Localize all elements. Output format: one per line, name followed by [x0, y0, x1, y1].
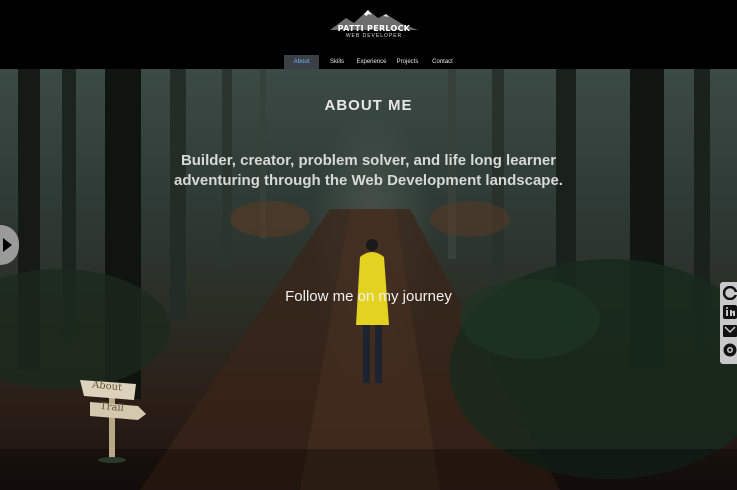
camera-icon[interactable] — [723, 343, 737, 357]
email-icon[interactable] — [723, 324, 737, 338]
nav-contact[interactable]: Contact — [427, 55, 458, 69]
nav-projects[interactable]: Projects — [393, 55, 422, 69]
site-logo[interactable]: PATTI PERLOCK WEB DEVELOPER — [326, 8, 422, 42]
linkedin-icon[interactable] — [723, 305, 737, 319]
github-icon[interactable] — [722, 285, 737, 301]
hero-section: ABOUT ME Builder, creator, problem solve… — [0, 69, 737, 490]
play-icon — [3, 238, 12, 252]
signpost: About Trail — [78, 374, 150, 464]
follow-journey-text: Follow me on my journey — [285, 288, 452, 305]
tagline: Builder, creator, problem solver, and li… — [174, 152, 563, 189]
nav-skills[interactable]: Skills — [324, 55, 350, 69]
main-nav: About Skills Experience Projects Contact — [0, 55, 737, 69]
signpost-trail-label: Trail — [99, 400, 125, 415]
logo-name: PATTI PERLOCK — [337, 24, 411, 33]
social-bar — [720, 282, 737, 364]
logo-subtitle: WEB DEVELOPER — [345, 33, 403, 39]
about-title: ABOUT ME — [324, 97, 413, 114]
nav-about[interactable]: About — [284, 55, 319, 69]
nav-experience[interactable]: Experience — [354, 55, 389, 69]
site-header: PATTI PERLOCK WEB DEVELOPER About Skills… — [0, 0, 737, 69]
